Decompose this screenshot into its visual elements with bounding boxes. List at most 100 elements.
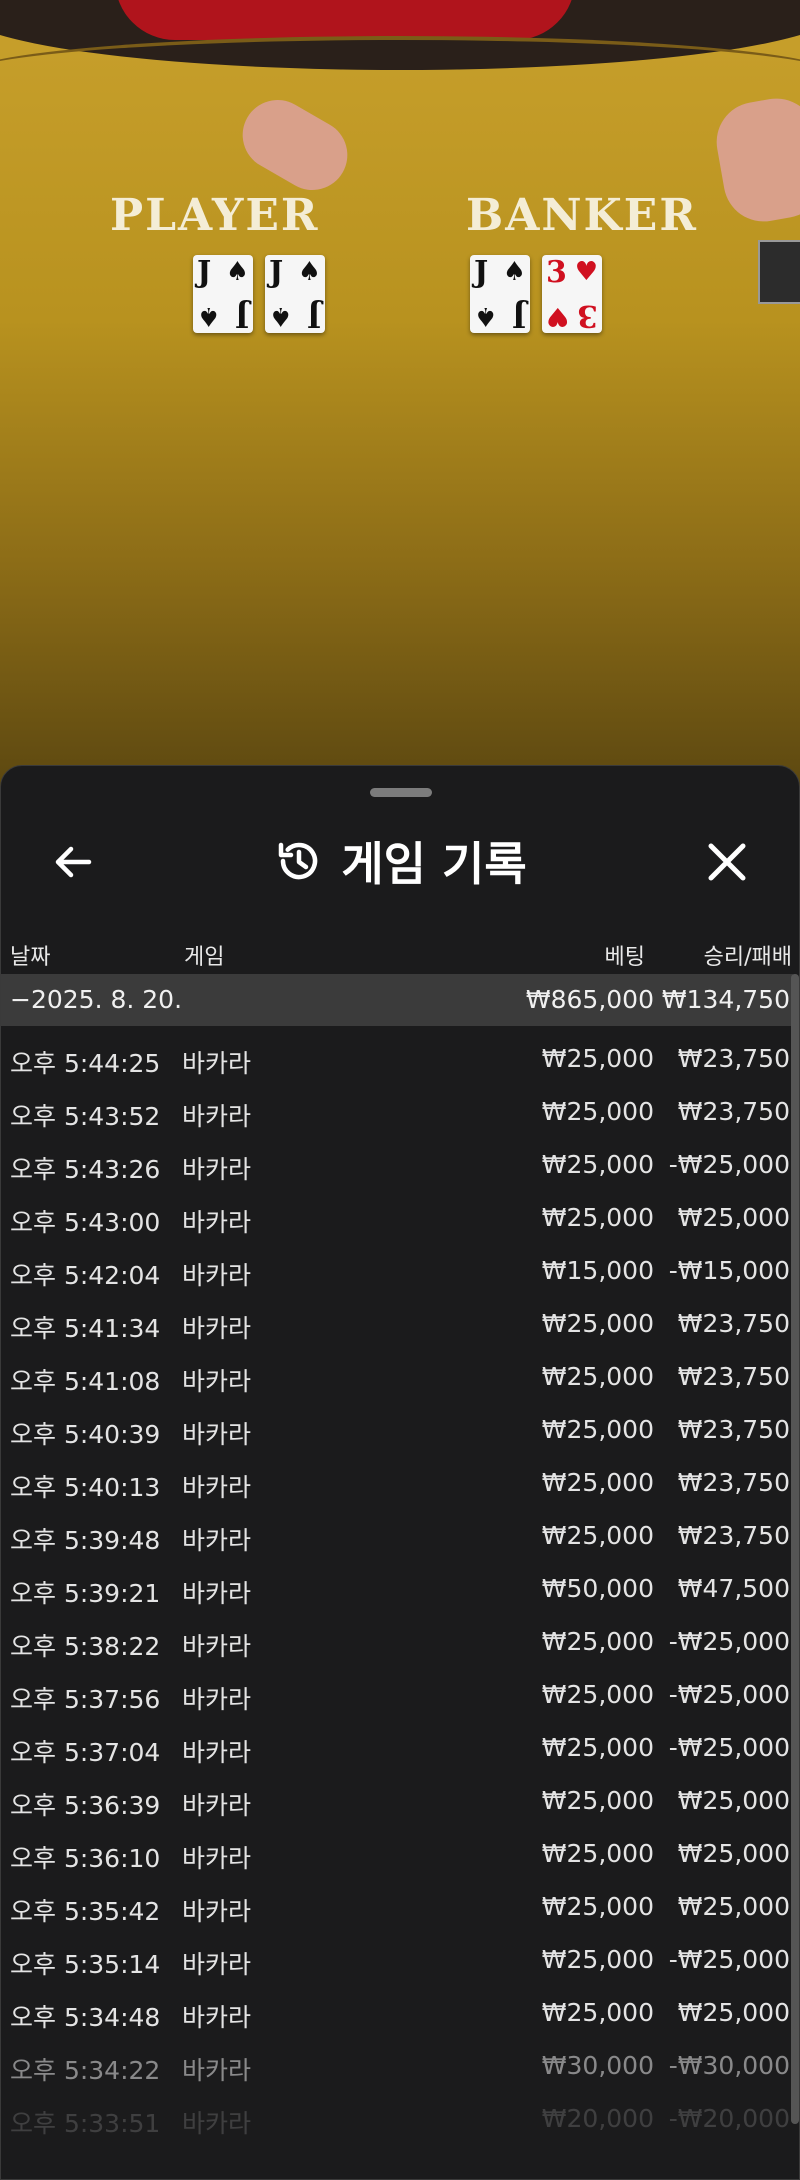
table-row[interactable]: 오후 5:38:22 바카라 ₩25,000 -₩25,000 xyxy=(1,1609,793,1662)
table-row[interactable]: 오후 5:39:48 바카라 ₩25,000 ₩23,750 xyxy=(1,1503,793,1556)
row-time: 오후 5:41:08 xyxy=(10,1367,161,1396)
row-result: ₩25,000 xyxy=(677,1786,790,1815)
row-time: 오후 5:40:13 xyxy=(10,1473,161,1502)
row-time: 오후 5:43:26 xyxy=(10,1155,161,1184)
card-suit: ♠ xyxy=(269,301,293,331)
row-time: 오후 5:39:48 xyxy=(10,1526,161,1555)
row-bet: ₩25,000 xyxy=(541,1839,654,1868)
close-button[interactable] xyxy=(697,832,757,892)
page-title: 게임 기록 xyxy=(341,837,527,891)
table-row[interactable]: 오후 5:40:39 바카라 ₩25,000 ₩23,750 xyxy=(1,1397,793,1450)
column-result: 승리/패배 xyxy=(703,945,792,970)
row-game: 바카라 xyxy=(182,1261,252,1290)
row-result: ₩47,500 xyxy=(677,1574,790,1603)
column-game: 게임 xyxy=(184,945,225,970)
row-game: 바카라 xyxy=(182,2109,252,2138)
table-row[interactable]: 오후 5:35:42 바카라 ₩25,000 ₩25,000 xyxy=(1,1874,793,1927)
table-row[interactable]: 오후 5:33:51 바카라 ₩20,000 -₩20,000 xyxy=(1,2086,793,2139)
row-result: ₩23,750 xyxy=(677,1309,790,1338)
day-bet-total: ₩865,000 xyxy=(525,985,654,1014)
table-row[interactable]: 오후 5:39:21 바카라 ₩50,000 ₩47,500 xyxy=(1,1556,793,1609)
row-result: -₩15,000 xyxy=(668,1256,790,1285)
table-row[interactable]: 오후 5:36:39 바카라 ₩25,000 ₩25,000 xyxy=(1,1768,793,1821)
table-header: 날짜 게임 베팅 승리/패배 xyxy=(1,929,799,975)
playing-card: J ♠ J ♠ xyxy=(470,255,530,333)
table-row[interactable]: 오후 5:34:48 바카라 ₩25,000 ₩25,000 xyxy=(1,1980,793,2033)
table-row[interactable]: 오후 5:34:22 바카라 ₩30,000 -₩30,000 xyxy=(1,2033,793,2086)
row-time: 오후 5:44:25 xyxy=(10,1049,161,1078)
row-bet: ₩25,000 xyxy=(541,1786,654,1815)
day-result-total: ₩134,750 xyxy=(661,985,790,1014)
card-rank: J xyxy=(197,255,212,290)
row-game: 바카라 xyxy=(182,1314,252,1343)
table-row[interactable]: 오후 5:40:13 바카라 ₩25,000 ₩23,750 xyxy=(1,1450,793,1503)
table-row[interactable]: 오후 5:36:10 바카라 ₩25,000 ₩25,000 xyxy=(1,1821,793,1874)
history-list[interactable]: 오후 5:44:25 바카라 ₩25,000 ₩23,750 오후 5:43:52 바카라… xyxy=(1,1026,793,2176)
row-time: 오후 5:43:52 xyxy=(10,1102,161,1131)
row-bet: ₩25,000 xyxy=(541,1203,654,1232)
table-row[interactable]: 오후 5:42:04 바카라 ₩15,000 -₩15,000 xyxy=(1,1238,793,1291)
row-game: 바카라 xyxy=(182,1367,252,1396)
table-row[interactable]: 오후 5:43:52 바카라 ₩25,000 ₩23,750 xyxy=(1,1079,793,1132)
row-game: 바카라 xyxy=(182,1208,252,1237)
game-history-panel: 게임 기록 날짜 게임 베팅 승리/패배 −2025. 8. 20. ₩865,… xyxy=(0,765,800,2180)
card-rank: J xyxy=(474,255,489,290)
back-button[interactable] xyxy=(43,832,103,892)
row-game: 바카라 xyxy=(182,1579,252,1608)
row-game: 바카라 xyxy=(182,2056,252,2085)
day-summary-row[interactable]: −2025. 8. 20. ₩865,000 ₩134,750 xyxy=(1,974,793,1026)
row-result: ₩25,000 xyxy=(677,1998,790,2027)
row-bet: ₩30,000 xyxy=(541,2051,654,2080)
table-row[interactable]: 오후 5:37:56 바카라 ₩25,000 -₩25,000 xyxy=(1,1662,793,1715)
row-result: -₩20,000 xyxy=(668,2104,790,2133)
table-row[interactable]: 오후 5:41:08 바카라 ₩25,000 ₩23,750 xyxy=(1,1344,793,1397)
dealer-hand-right xyxy=(710,92,800,228)
drag-handle[interactable] xyxy=(370,788,432,797)
row-bet: ₩25,000 xyxy=(541,1733,654,1762)
playing-card: 3 ♥ 3 ♥ xyxy=(542,255,602,333)
row-time: 오후 5:36:10 xyxy=(10,1844,161,1873)
playing-card: J ♠ J ♠ xyxy=(265,255,325,333)
table-row[interactable]: 오후 5:44:25 바카라 ₩25,000 ₩23,750 xyxy=(1,1026,793,1079)
panel-header: 게임 기록 xyxy=(1,806,799,916)
row-time: 오후 5:33:51 xyxy=(10,2109,161,2138)
row-result: ₩23,750 xyxy=(677,1044,790,1073)
card-shoe xyxy=(758,240,800,304)
row-time: 오후 5:35:14 xyxy=(10,1950,161,1979)
row-result: ₩23,750 xyxy=(677,1097,790,1126)
row-bet: ₩25,000 xyxy=(541,1627,654,1656)
row-result: ₩23,750 xyxy=(677,1362,790,1391)
title-group: 게임 기록 xyxy=(1,806,799,916)
row-bet: ₩15,000 xyxy=(541,1256,654,1285)
row-bet: ₩25,000 xyxy=(541,1892,654,1921)
card-rank: J xyxy=(306,298,321,333)
scrollbar[interactable] xyxy=(791,974,799,2124)
row-bet: ₩25,000 xyxy=(541,1415,654,1444)
row-bet: ₩25,000 xyxy=(541,1468,654,1497)
card-suit: ♠ xyxy=(197,301,221,331)
day-date: −2025. 8. 20. xyxy=(10,985,183,1014)
arrow-left-icon xyxy=(55,846,92,878)
table-row[interactable]: 오후 5:43:00 바카라 ₩25,000 ₩25,000 xyxy=(1,1185,793,1238)
row-time: 오후 5:43:00 xyxy=(10,1208,161,1237)
table-row[interactable]: 오후 5:43:26 바카라 ₩25,000 -₩25,000 xyxy=(1,1132,793,1185)
row-result: ₩23,750 xyxy=(677,1521,790,1550)
row-result: ₩25,000 xyxy=(677,1839,790,1868)
row-time: 오후 5:39:21 xyxy=(10,1579,161,1608)
table-row[interactable]: 오후 5:35:14 바카라 ₩25,000 -₩25,000 xyxy=(1,1927,793,1980)
row-game: 바카라 xyxy=(182,1844,252,1873)
row-time: 오후 5:35:42 xyxy=(10,1897,161,1926)
row-result: -₩25,000 xyxy=(668,1945,790,1974)
row-time: 오후 5:37:04 xyxy=(10,1738,161,1767)
table-row[interactable]: 오후 5:37:04 바카라 ₩25,000 -₩25,000 xyxy=(1,1715,793,1768)
row-bet: ₩25,000 xyxy=(541,1097,654,1126)
row-game: 바카라 xyxy=(182,1685,252,1714)
row-result: -₩25,000 xyxy=(668,1733,790,1762)
card-rank: 3 xyxy=(546,255,567,290)
row-bet: ₩25,000 xyxy=(541,1150,654,1179)
scrollbar-thumb[interactable] xyxy=(791,974,799,2124)
column-date: 날짜 xyxy=(10,945,51,970)
table-row[interactable]: 오후 5:41:34 바카라 ₩25,000 ₩23,750 xyxy=(1,1291,793,1344)
row-bet: ₩25,000 xyxy=(541,1309,654,1338)
row-game: 바카라 xyxy=(182,1420,252,1449)
